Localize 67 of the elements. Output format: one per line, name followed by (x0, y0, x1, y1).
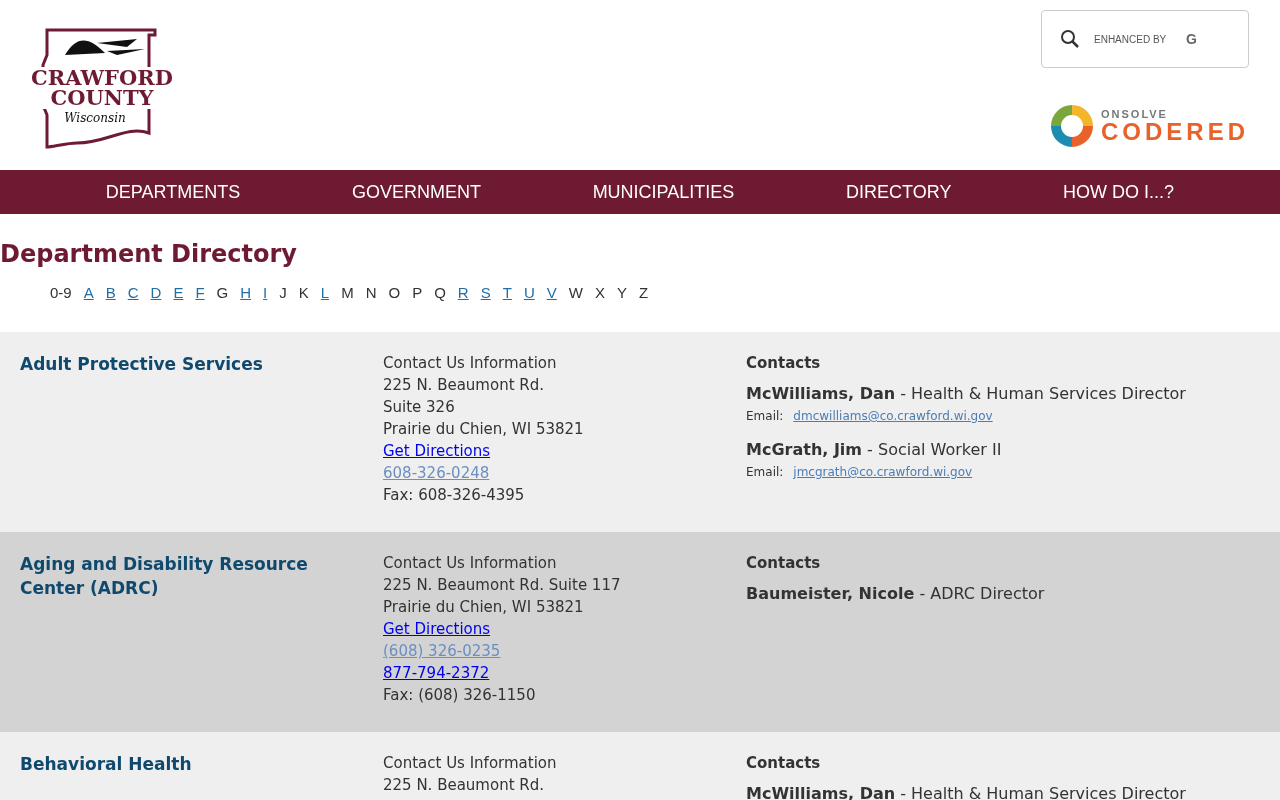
search-field[interactable]: ENHANCED BY G (1041, 10, 1249, 68)
letter-link[interactable]: T (502, 284, 512, 332)
letter-label: 0-9 (50, 284, 72, 303)
letter-label: O (388, 284, 401, 303)
letter-link[interactable]: D (150, 284, 162, 332)
letter-label: G (216, 284, 229, 303)
letter-link[interactable]: H (240, 284, 252, 332)
letter-label: N (365, 284, 377, 303)
address-line: Contact Us Information (383, 353, 557, 374)
address-line: Prairie du Chien, WI 53821 (383, 597, 584, 618)
contact-name: Baumeister, Nicole - ADRC Director (746, 583, 1045, 605)
letter-link[interactable]: L (320, 284, 330, 332)
contact-name: McGrath, Jim - Social Worker II (746, 439, 1002, 461)
info-link[interactable]: 877-794-2372 (383, 662, 490, 684)
letter-link[interactable]: S (480, 284, 491, 332)
letter-link[interactable]: C (127, 284, 139, 332)
letter-link[interactable]: V (546, 284, 557, 332)
address-line: Contact Us Information (383, 753, 557, 774)
letter-label: P (412, 284, 423, 303)
address-line: Contact Us Information (383, 553, 557, 574)
letter-link[interactable]: A (83, 284, 94, 332)
contacts-heading: Contacts (746, 553, 821, 574)
color-ring-icon (1051, 105, 1093, 147)
letter-link[interactable]: B (105, 284, 116, 332)
address-line: Fax: 608-326-4395 (383, 485, 525, 506)
contact-name: McWilliams, Dan - Health & Human Services Director (746, 383, 1186, 405)
email-label: Email: (746, 408, 784, 425)
letter-label: W (568, 284, 583, 303)
department-link[interactable]: Behavioral Health (20, 752, 360, 776)
nav-link[interactable]: DIRECTORY (846, 181, 952, 203)
address-line: 225 N. Beaumont Rd. Suite 117 (383, 575, 621, 596)
letter-label: Z (638, 284, 649, 303)
letter-label: X (594, 284, 605, 303)
letter-label: Q (434, 284, 446, 303)
codered-logo[interactable]: ONSOLVE CODERED (1051, 105, 1249, 147)
search-placeholder: ENHANCED BY (1094, 33, 1168, 45)
letter-label: Y (616, 284, 627, 303)
address-line: Suite 326 (383, 397, 455, 418)
letter-label: M (341, 284, 354, 303)
email-link[interactable]: jmcgrath@co.crawford.wi.gov (793, 462, 973, 482)
nav-link[interactable]: GOVERNMENT (351, 181, 481, 203)
email-link[interactable]: dmcwilliams@co.crawford.wi.gov (793, 406, 993, 426)
letter-link[interactable]: U (523, 284, 535, 332)
email-label: Email: (746, 464, 784, 481)
nav-link[interactable]: MUNICIPALITIES (592, 181, 735, 203)
letter-label: J (279, 284, 287, 303)
department-link[interactable]: Adult Protective Services (20, 352, 360, 376)
contacts-heading: Contacts (746, 353, 821, 374)
address-line: 225 N. Beaumont Rd. (383, 375, 545, 396)
page-heading: Department Directory (0, 240, 298, 268)
contacts-heading: Contacts (746, 753, 821, 774)
nav-link[interactable]: DEPARTMENTS (105, 181, 241, 203)
nav-link[interactable]: HOW DO I...? (1063, 181, 1175, 203)
letter-link[interactable]: E (173, 284, 184, 332)
letter-link[interactable]: F (195, 284, 205, 332)
info-link[interactable]: Get Directions (383, 618, 491, 640)
letter-link[interactable]: R (457, 284, 469, 332)
address-line: Fax: (608) 326-1150 (383, 685, 536, 706)
letter-label: K (298, 284, 309, 303)
info-link[interactable]: Get Directions (383, 440, 491, 462)
department-link[interactable]: Aging and Disability Resource Center (ADRC) (20, 552, 360, 600)
info-link[interactable]: 608-326-0248 (383, 462, 490, 484)
google-letter: G (1186, 31, 1197, 47)
letter-link[interactable]: I (263, 284, 268, 332)
address-line: Prairie du Chien, WI 53821 (383, 419, 584, 440)
search-icon (1060, 29, 1080, 49)
address-line: 225 N. Beaumont Rd. (383, 775, 545, 796)
